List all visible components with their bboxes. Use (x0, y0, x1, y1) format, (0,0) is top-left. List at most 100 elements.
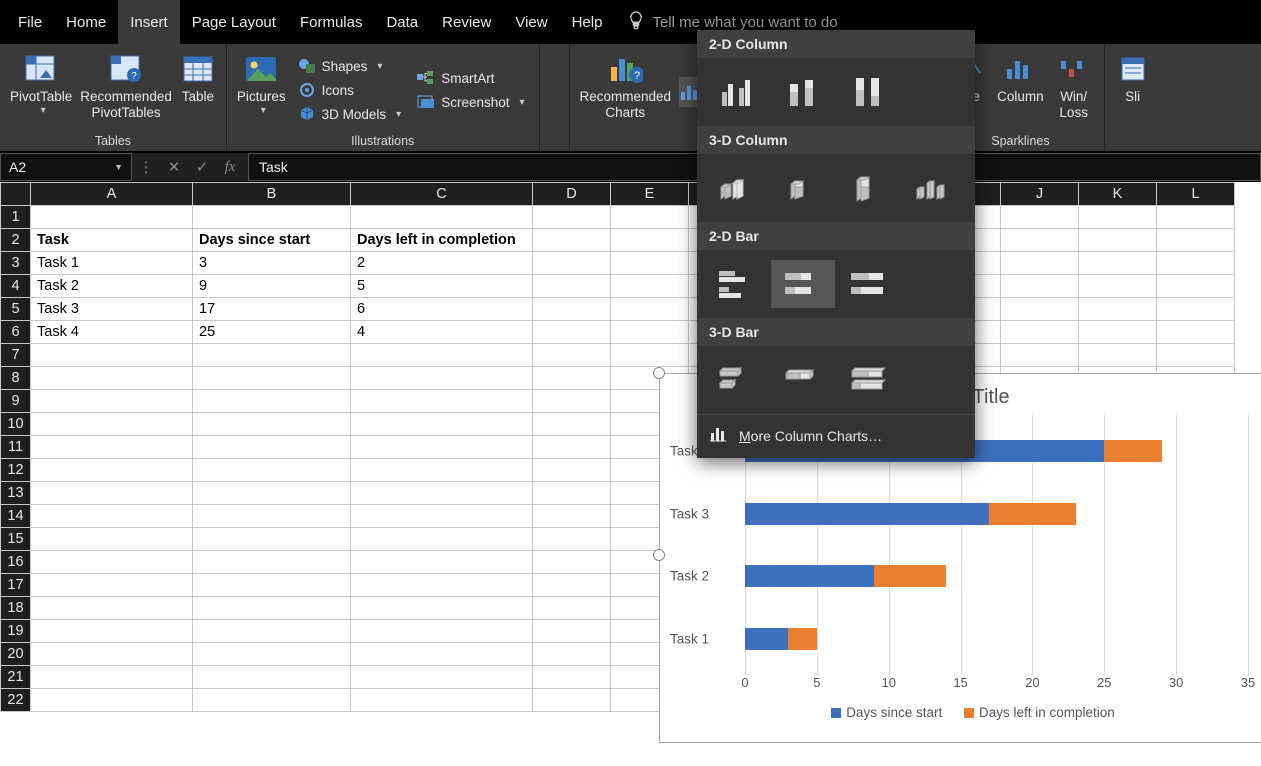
column-header-J[interactable]: J (1001, 183, 1079, 206)
cell-A20[interactable] (31, 643, 193, 666)
cell-B20[interactable] (193, 643, 351, 666)
menu-insert[interactable]: Insert (118, 0, 180, 44)
cell-D4[interactable] (533, 275, 611, 298)
cell-B11[interactable] (193, 436, 351, 459)
cell-C13[interactable] (351, 482, 533, 505)
cell-E1[interactable] (611, 206, 689, 229)
row-header-13[interactable]: 13 (1, 482, 31, 505)
cell-B12[interactable] (193, 459, 351, 482)
chart-option-3d-clustered-bar[interactable] (705, 356, 769, 404)
row-header-16[interactable]: 16 (1, 551, 31, 574)
row-header-11[interactable]: 11 (1, 436, 31, 459)
cell-D8[interactable] (533, 367, 611, 390)
chart-option-100pct-stacked-column[interactable] (837, 68, 901, 116)
cell-C14[interactable] (351, 505, 533, 528)
cell-J1[interactable] (1001, 206, 1079, 229)
row-header-19[interactable]: 19 (1, 620, 31, 643)
cell-A16[interactable] (31, 551, 193, 574)
cell-B16[interactable] (193, 551, 351, 574)
enter-formula-button[interactable]: ✓ (188, 153, 216, 181)
menu-formulas[interactable]: Formulas (288, 0, 375, 44)
row-header-22[interactable]: 22 (1, 689, 31, 712)
menu-home[interactable]: Home (54, 0, 118, 44)
cell-B4[interactable]: 9 (193, 275, 351, 298)
cell-A10[interactable] (31, 413, 193, 436)
cell-C12[interactable] (351, 459, 533, 482)
cell-A22[interactable] (31, 689, 193, 712)
cell-A2[interactable]: Task (31, 229, 193, 252)
cell-E2[interactable] (611, 229, 689, 252)
row-header-4[interactable]: 4 (1, 275, 31, 298)
cell-A18[interactable] (31, 597, 193, 620)
cell-C1[interactable] (351, 206, 533, 229)
cell-A8[interactable] (31, 367, 193, 390)
shapes-button[interactable]: Shapes ▾ (294, 55, 406, 77)
cell-E4[interactable] (611, 275, 689, 298)
cell-D11[interactable] (533, 436, 611, 459)
smartart-button[interactable]: SmartArt (413, 67, 528, 89)
row-header-6[interactable]: 6 (1, 321, 31, 344)
cell-B21[interactable] (193, 666, 351, 689)
cell-J5[interactable] (1001, 298, 1079, 321)
row-header-21[interactable]: 21 (1, 666, 31, 689)
row-header-17[interactable]: 17 (1, 574, 31, 597)
cell-C2[interactable]: Days left in completion (351, 229, 533, 252)
cell-C10[interactable] (351, 413, 533, 436)
3d-models-button[interactable]: 3D Models ▾ (294, 103, 406, 125)
cell-D19[interactable] (533, 620, 611, 643)
cell-A7[interactable] (31, 344, 193, 367)
cell-A13[interactable] (31, 482, 193, 505)
cell-C22[interactable] (351, 689, 533, 712)
cancel-formula-button[interactable]: ✕ (160, 153, 188, 181)
cell-D20[interactable] (533, 643, 611, 666)
menu-review[interactable]: Review (430, 0, 503, 44)
cell-B5[interactable]: 17 (193, 298, 351, 321)
cell-C20[interactable] (351, 643, 533, 666)
cell-E5[interactable] (611, 298, 689, 321)
cell-B6[interactable]: 25 (193, 321, 351, 344)
menu-page-layout[interactable]: Page Layout (180, 0, 288, 44)
cell-D9[interactable] (533, 390, 611, 413)
cell-A5[interactable]: Task 3 (31, 298, 193, 321)
cell-L5[interactable] (1157, 298, 1235, 321)
cell-A3[interactable]: Task 1 (31, 252, 193, 275)
cell-D3[interactable] (533, 252, 611, 275)
cell-B22[interactable] (193, 689, 351, 712)
cell-L2[interactable] (1157, 229, 1235, 252)
chart-option-clustered-column[interactable] (705, 68, 769, 116)
chart-option-clustered-bar[interactable] (705, 260, 769, 308)
cell-L7[interactable] (1157, 344, 1235, 367)
pivottable-button[interactable]: PivotTable ▾ (6, 47, 76, 133)
cell-J7[interactable] (1001, 344, 1079, 367)
cell-K5[interactable] (1079, 298, 1157, 321)
chart-option-100pct-stacked-bar[interactable] (837, 260, 901, 308)
chart-option-3d-column[interactable] (903, 164, 967, 212)
cell-D13[interactable] (533, 482, 611, 505)
column-header-A[interactable]: A (31, 183, 193, 206)
cell-C5[interactable]: 6 (351, 298, 533, 321)
cell-L4[interactable] (1157, 275, 1235, 298)
cell-C15[interactable] (351, 528, 533, 551)
resize-handle[interactable] (653, 549, 665, 561)
cell-E7[interactable] (611, 344, 689, 367)
cell-A1[interactable] (31, 206, 193, 229)
row-header-12[interactable]: 12 (1, 459, 31, 482)
tell-me-input[interactable]: Tell me what you want to do (652, 14, 837, 31)
cell-B8[interactable] (193, 367, 351, 390)
cell-B19[interactable] (193, 620, 351, 643)
cell-D16[interactable] (533, 551, 611, 574)
row-header-18[interactable]: 18 (1, 597, 31, 620)
cell-D6[interactable] (533, 321, 611, 344)
cell-B14[interactable] (193, 505, 351, 528)
chart-option-3d-clustered-column[interactable] (705, 164, 769, 212)
name-box[interactable]: A2 ▼ (0, 153, 132, 181)
insert-function-button[interactable]: fx (216, 153, 244, 181)
resize-handle[interactable] (653, 367, 665, 379)
cell-D12[interactable] (533, 459, 611, 482)
row-header-5[interactable]: 5 (1, 298, 31, 321)
cell-C16[interactable] (351, 551, 533, 574)
row-header-10[interactable]: 10 (1, 413, 31, 436)
cell-L3[interactable] (1157, 252, 1235, 275)
menu-view[interactable]: View (503, 0, 559, 44)
namebox-more-button[interactable]: ⋮ (132, 153, 160, 181)
